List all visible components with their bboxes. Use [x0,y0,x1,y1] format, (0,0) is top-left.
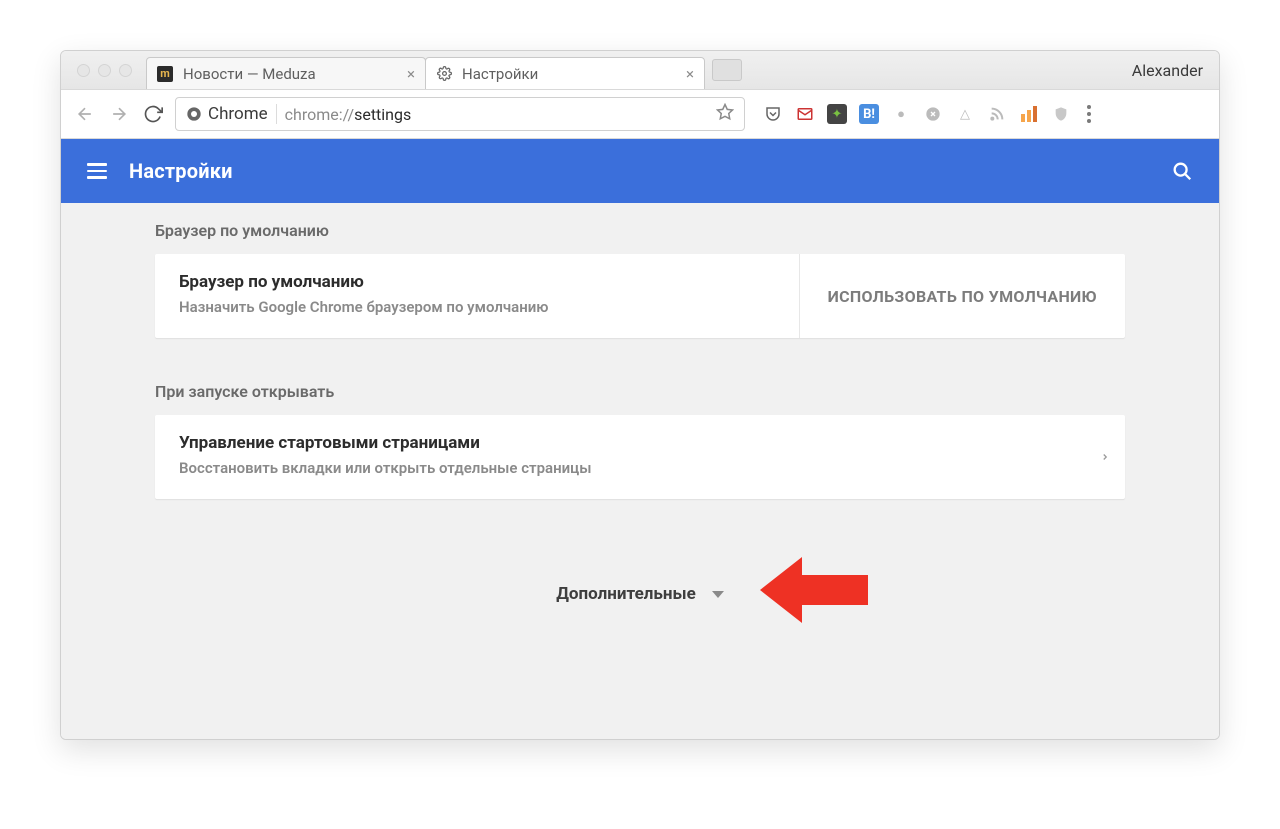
tab-title: Настройки [462,65,676,83]
advanced-toggle[interactable]: Дополнительные [155,559,1125,629]
meduza-favicon-icon: m [157,66,173,82]
window-minimize-icon[interactable] [98,64,111,77]
tab-settings[interactable]: Настройки × [425,57,705,89]
profile-name[interactable]: Alexander [1132,61,1207,80]
card-title: Браузер по умолчанию [179,272,775,292]
analytics-extension-icon[interactable] [1019,104,1039,124]
drive-extension-icon[interactable]: △ [955,104,975,124]
card-text: Браузер по умолчанию Назначить Google Ch… [155,254,799,338]
chrome-origin-chip: Chrome [186,104,268,124]
url-scheme: chrome:// [285,105,354,124]
annotation-arrow-icon [760,545,870,639]
new-tab-button[interactable] [712,59,742,81]
card-text: Управление стартовыми страницами Восстан… [155,415,1085,499]
window-maximize-icon[interactable] [119,64,132,77]
make-default-button[interactable]: ИСПОЛЬЗОВАТЬ ПО УМОЛЧАНИЮ [828,287,1097,306]
card-subtitle: Восстановить вкладки или открыть отдельн… [179,459,1061,477]
shield-extension-icon[interactable] [1051,104,1071,124]
card-action: ИСПОЛЬЗОВАТЬ ПО УМОЛЧАНИЮ [799,254,1125,338]
evernote-extension-icon[interactable]: ✦ [827,104,847,124]
tab-close-icon[interactable]: × [686,65,694,83]
card-subtitle: Назначить Google Chrome браузером по умо… [179,298,775,316]
startup-pages-card[interactable]: Управление стартовыми страницами Восстан… [155,415,1125,499]
chevron-down-icon [712,591,724,598]
tab-title: Новости — Meduza [183,65,397,83]
extensions-bar: ✦ B! ● △ [763,104,1071,124]
settings-header: Настройки [61,139,1219,203]
bookmark-star-icon[interactable] [716,103,734,125]
browser-toolbar: Chrome chrome://settings ✦ B! ● △ [61,89,1219,139]
pocket-extension-icon[interactable] [763,104,783,124]
card-title: Управление стартовыми страницами [179,433,1061,453]
page-title: Настройки [129,159,233,183]
window-close-icon[interactable] [77,64,90,77]
url: chrome://settings [285,105,412,124]
address-bar[interactable]: Chrome chrome://settings [175,97,745,131]
browser-menu-button[interactable] [1087,105,1091,123]
divider [276,104,277,124]
url-path: settings [354,105,411,124]
section-heading-on-startup: При запуске открывать [155,382,1125,401]
chrome-chip-label: Chrome [208,104,268,124]
back-button[interactable] [73,102,97,126]
default-browser-card: Браузер по умолчанию Назначить Google Ch… [155,254,1125,338]
settings-content: Браузер по умолчанию Браузер по умолчани… [61,203,1219,739]
tab-strip: m Новости — Meduza × Настройки × Alexand… [61,51,1219,89]
gmail-extension-icon[interactable] [795,104,815,124]
tab-meduza[interactable]: m Новости — Meduza × [146,57,426,89]
search-button[interactable] [1171,160,1193,182]
window-controls [77,64,132,77]
tab-close-icon[interactable]: × [407,65,415,83]
extension-icon[interactable] [923,104,943,124]
section-heading-default-browser: Браузер по умолчанию [155,221,1125,240]
forward-button[interactable] [107,102,131,126]
menu-button[interactable] [87,163,107,179]
reload-button[interactable] [141,102,165,126]
advanced-label: Дополнительные [556,584,696,604]
chevron-right-icon [1085,415,1125,499]
gear-icon [436,66,452,82]
chrome-window: m Новости — Meduza × Настройки × Alexand… [60,50,1220,740]
extension-icon[interactable]: B! [859,104,879,124]
extension-icon[interactable]: ● [891,104,911,124]
rss-extension-icon[interactable] [987,104,1007,124]
